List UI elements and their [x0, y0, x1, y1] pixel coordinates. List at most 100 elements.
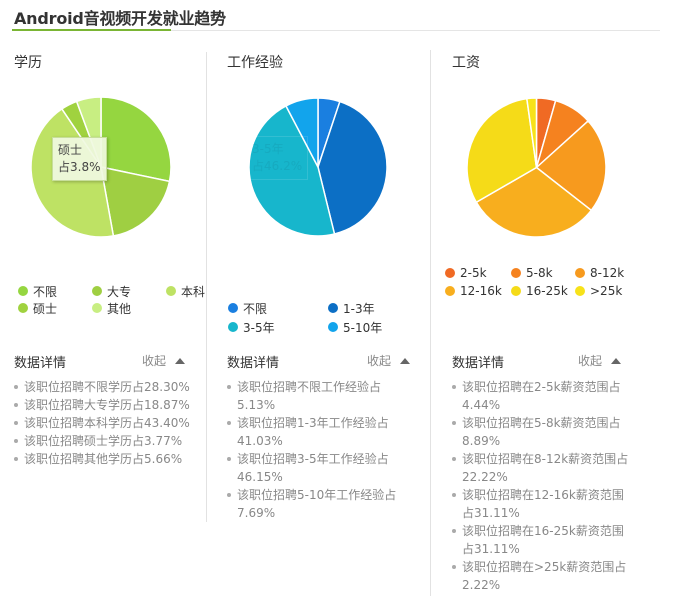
legend-label: 12-16k — [460, 284, 502, 298]
detail-item: 该职位招聘在16-25k薪资范围占31.11% — [452, 522, 632, 558]
legend-label: 16-25k — [526, 284, 568, 298]
legend-item[interactable]: 大专 — [92, 283, 131, 299]
faded-tooltip: 3-5年 占46.2% — [246, 136, 309, 180]
legend-label: 2-5k — [460, 266, 487, 280]
collapse-label: 收起 — [142, 354, 167, 368]
title-underline-accent — [12, 29, 171, 31]
detail-text: 该职位招聘不限学历占 — [24, 380, 145, 394]
legend-dot-icon — [445, 286, 455, 296]
triangle-up-icon — [611, 357, 622, 364]
details-heading: 数据详情 — [14, 356, 67, 371]
legend-dot-icon — [328, 322, 338, 332]
salary-title: 工资 — [452, 55, 480, 71]
legend-item[interactable]: 不限 — [228, 300, 267, 316]
legend-label: 1-3年 — [343, 301, 375, 316]
detail-value: 5.13% — [237, 398, 276, 412]
legend-dot-icon — [92, 286, 102, 296]
detail-value: 7.69% — [237, 506, 276, 520]
detail-value: 18.87% — [144, 398, 190, 412]
detail-value: 3.77% — [144, 434, 183, 448]
pie-tooltip: 硕士 占3.8% — [52, 137, 107, 181]
legend-dot-icon — [92, 303, 102, 313]
page-title: Android音视频开发就业趋势 — [14, 9, 226, 28]
detail-value: 2.22% — [462, 578, 501, 592]
tooltip-value: 占46.2% — [252, 159, 303, 173]
legend-item[interactable]: 2-5k — [445, 265, 487, 281]
detail-value: 占31.11% — [462, 506, 520, 520]
tooltip-label: 硕士 — [58, 143, 83, 157]
detail-text: 该职位招聘不限工作经验占 — [237, 380, 382, 394]
detail-item: 该职位招聘不限工作经验占 5.13% — [227, 378, 419, 414]
detail-value: 8.89% — [462, 434, 501, 448]
collapse-button[interactable]: 收起 — [142, 352, 186, 369]
details-heading: 数据详情 — [452, 356, 505, 371]
legend-dot-icon — [575, 286, 585, 296]
legend-label: 大专 — [107, 284, 132, 299]
detail-value: 5.66% — [144, 452, 183, 466]
detail-value: 占31.11% — [462, 542, 520, 556]
legend-dot-icon — [575, 268, 585, 278]
legend-item[interactable]: 5-10年 — [328, 319, 382, 335]
experience-title: 工作经验 — [227, 55, 283, 71]
detail-item: 该职位招聘在12-16k薪资范围占31.11% — [452, 486, 632, 522]
education-details-list: 该职位招聘不限学历占28.30% 该职位招聘大专学历占18.87% 该职位招聘本科学… — [14, 378, 202, 468]
detail-item: 该职位招聘在2-5k薪资范围占 4.44% — [452, 378, 632, 414]
legend-label: 8-12k — [590, 266, 625, 280]
detail-text: 该职位招聘在2-5k薪资范围占 — [462, 380, 621, 394]
legend-dot-icon — [228, 322, 238, 332]
triangle-up-icon — [400, 357, 411, 364]
legend-label: 其他 — [107, 301, 132, 316]
column-divider — [430, 50, 431, 596]
legend-item[interactable]: 3-5年 — [228, 319, 275, 335]
legend-item[interactable]: 其他 — [92, 300, 131, 316]
legend-item[interactable]: 12-16k — [445, 283, 502, 299]
education-title: 学历 — [14, 55, 42, 71]
detail-item: 该职位招聘硕士学历占3.77% — [14, 432, 202, 450]
legend-dot-icon — [511, 286, 521, 296]
legend-dot-icon — [18, 303, 28, 313]
detail-item: 该职位招聘5-10年工作经验占 7.69% — [227, 486, 419, 522]
detail-text: 该职位招聘硕士学历占 — [24, 434, 145, 448]
triangle-up-icon — [175, 357, 186, 364]
legend-item[interactable]: 8-12k — [575, 265, 624, 281]
legend-item[interactable]: 本科 — [166, 283, 205, 299]
legend-label: 硕士 — [33, 301, 58, 316]
tooltip-label: 3-5年 — [252, 142, 284, 156]
salary-details-list: 该职位招聘在2-5k薪资范围占 4.44% 该职位招聘在5-8k薪资范围占 8.89%… — [452, 378, 632, 594]
detail-text: 该职位招聘其他学历占 — [24, 452, 145, 466]
collapse-button[interactable]: 收起 — [578, 352, 622, 369]
detail-text: 该职位招聘在12-16k薪资范围 — [462, 488, 624, 502]
detail-item: 该职位招聘其他学历占5.66% — [14, 450, 202, 468]
collapse-label: 收起 — [367, 354, 392, 368]
legend-item[interactable]: 1-3年 — [328, 300, 375, 316]
legend-label: 本科 — [181, 284, 206, 299]
detail-text: 该职位招聘在5-8k薪资范围占 — [462, 416, 621, 430]
legend-item[interactable]: 16-25k — [511, 283, 568, 299]
detail-text: 该职位招聘本科学历占 — [24, 416, 145, 430]
legend-label: 不限 — [33, 284, 58, 299]
legend-item[interactable]: >25k — [575, 283, 622, 299]
legend-dot-icon — [18, 286, 28, 296]
legend-dot-icon — [228, 303, 238, 313]
legend-dot-icon — [445, 268, 455, 278]
detail-item: 该职位招聘本科学历占43.40% — [14, 414, 202, 432]
legend-label: 不限 — [243, 301, 268, 316]
detail-item: 该职位招聘大专学历占18.87% — [14, 396, 202, 414]
detail-value: 4.44% — [462, 398, 501, 412]
collapse-button[interactable]: 收起 — [367, 352, 411, 369]
detail-value: 41.03% — [237, 434, 283, 448]
detail-item: 该职位招聘3-5年工作经验占 46.15% — [227, 450, 419, 486]
detail-text: 该职位招聘在>25k薪资范围占 — [462, 560, 627, 574]
legend-dot-icon — [328, 303, 338, 313]
legend-item[interactable]: 不限 — [18, 283, 57, 299]
detail-text: 该职位招聘在8-12k薪资范围 — [462, 452, 617, 466]
legend-dot-icon — [511, 268, 521, 278]
detail-item: 该职位招聘在5-8k薪资范围占 8.89% — [452, 414, 632, 450]
detail-value: 46.15% — [237, 470, 283, 484]
experience-details-list: 该职位招聘不限工作经验占5.13% 该职位招聘1-3年工作经验占41.03% 该职位… — [227, 378, 419, 522]
detail-value: 43.40% — [144, 416, 190, 430]
detail-item: 该职位招聘在8-12k薪资范围占22.22% — [452, 450, 632, 486]
detail-item: 该职位招聘在>25k薪资范围占 2.22% — [452, 558, 632, 594]
legend-item[interactable]: 硕士 — [18, 300, 57, 316]
legend-item[interactable]: 5-8k — [511, 265, 553, 281]
